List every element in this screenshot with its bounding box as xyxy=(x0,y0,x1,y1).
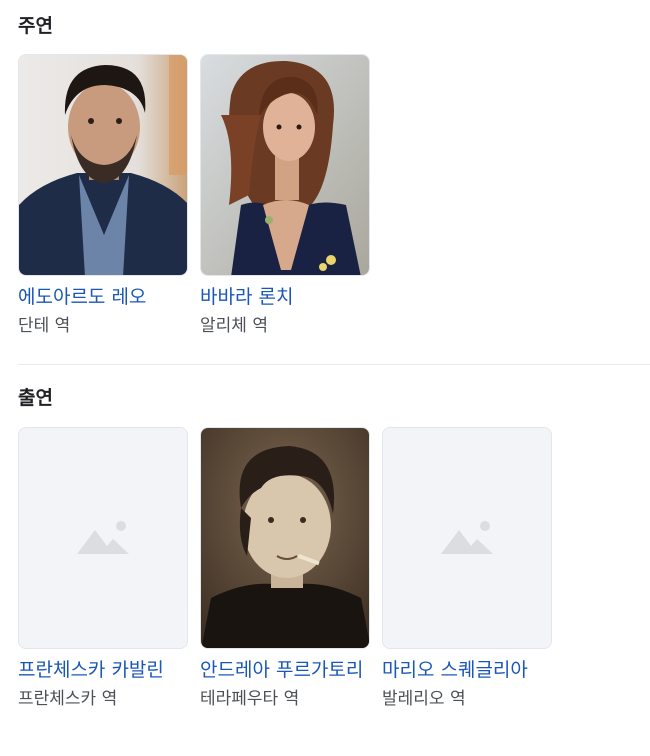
image-placeholder-icon xyxy=(77,521,129,554)
cast-role: 발레리오 역 xyxy=(382,689,466,709)
cast-name-link[interactable]: 프란체스카 카발린 xyxy=(18,658,188,683)
actor-portrait-photo xyxy=(201,428,369,648)
cast-role: 단테 역 xyxy=(18,316,71,336)
cast-photo[interactable] xyxy=(200,54,370,276)
cast-role: 테라페우타 역 xyxy=(200,689,300,709)
cast-photo[interactable] xyxy=(18,427,188,649)
section-divider xyxy=(18,364,650,365)
cast-photo[interactable] xyxy=(18,54,188,276)
cast-photo[interactable] xyxy=(382,427,552,649)
actor-portrait-photo xyxy=(19,55,187,275)
cast-name-link[interactable]: 마리오 스퀘글리아 xyxy=(382,658,552,683)
cast-card-edoardo-leo[interactable]: 에도아르도 레오 단테 역 xyxy=(18,54,188,338)
image-placeholder-icon xyxy=(441,521,493,554)
cast-photo[interactable] xyxy=(200,427,370,649)
cast-role: 알리체 역 xyxy=(200,316,268,336)
cast-name-link[interactable]: 안드레아 푸르가토리 xyxy=(200,658,370,683)
cast-role: 프란체스카 역 xyxy=(18,689,118,709)
section-title-main-cast: 주연 xyxy=(18,15,53,37)
actress-portrait-photo xyxy=(201,55,369,275)
cast-card-mario-sgueglia[interactable]: 마리오 스퀘글리아 발레리오 역 xyxy=(382,427,552,711)
cast-card-andrea-purgatori[interactable]: 안드레아 푸르가토리 테라페우타 역 xyxy=(200,427,370,711)
section-title-supporting-cast: 출연 xyxy=(18,387,53,409)
cast-card-francesca-cavallin[interactable]: 프란체스카 카발린 프란체스카 역 xyxy=(18,427,188,711)
cast-card-barbara-ronchi[interactable]: 바바라 론치 알리체 역 xyxy=(200,54,370,338)
cast-name-link[interactable]: 바바라 론치 xyxy=(200,285,370,310)
cast-name-link[interactable]: 에도아르도 레오 xyxy=(18,285,188,310)
